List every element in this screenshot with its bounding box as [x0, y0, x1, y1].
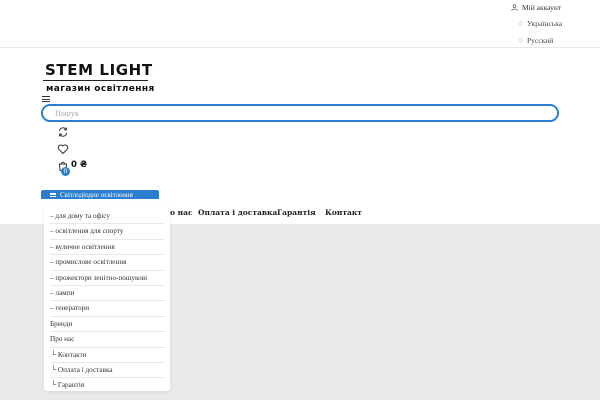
language-russian[interactable]: Русский — [518, 36, 553, 45]
top-bar: Мій аккаунт Українська Русский — [0, 0, 600, 48]
catalog-button-label: Світлодіодне освітлення — [60, 190, 133, 199]
user-icon — [511, 4, 518, 11]
menu-item-lamps[interactable]: – лампи — [50, 286, 164, 302]
language-label: Русский — [527, 36, 554, 45]
menu-item-brands[interactable]: Бренди — [50, 317, 164, 333]
heart-icon — [57, 144, 69, 155]
wishlist-button[interactable] — [57, 142, 69, 155]
nav-item-payment-delivery[interactable]: Оплата і доставка — [198, 208, 277, 217]
menu-item-industrial-lighting[interactable]: – промислове освітлення — [50, 255, 164, 271]
flag-icon — [518, 38, 523, 43]
logo-subtitle: магазин освітлення — [46, 84, 155, 94]
site-logo[interactable]: STEM LIGHT магазин освітлення — [43, 62, 155, 94]
menu-icon[interactable] — [42, 96, 50, 102]
catalog-button[interactable]: Світлодіодне освітлення — [41, 190, 159, 199]
compare-button[interactable] — [57, 125, 69, 137]
cart-total[interactable]: 0 ₴ — [71, 160, 87, 170]
menu-item-warranty[interactable]: └ Гарантія — [50, 378, 164, 394]
logo-title: STEM LIGHT — [45, 61, 153, 79]
menu-item-home-office[interactable]: – для дому та офісу — [50, 209, 164, 225]
menu-item-generators[interactable]: – генератори — [50, 301, 164, 317]
nav-item-contact[interactable]: Контакт — [325, 208, 362, 217]
language-label: Українська — [527, 19, 563, 28]
catalog-menu: – для дому та офісу – освітлення для спо… — [50, 209, 164, 394]
menu-item-sport-lighting[interactable]: – освітлення для спорту — [50, 224, 164, 240]
menu-icon — [50, 192, 56, 197]
menu-item-searchlights[interactable]: – прожектори зенітно-пошукові — [50, 271, 164, 286]
flag-icon — [518, 21, 523, 26]
logo-underline — [43, 80, 148, 81]
compare-icon — [59, 127, 67, 137]
nav-item-warranty[interactable]: Гарантія — [277, 208, 316, 217]
cart-count-badge: 0 — [61, 167, 70, 176]
language-ukrainian[interactable]: Українська — [518, 19, 562, 28]
menu-item-contacts[interactable]: └ Контакти — [50, 348, 164, 363]
catalog-dropdown: – для дому та офісу – освітлення для спо… — [44, 206, 170, 394]
menu-item-street-lighting[interactable]: – вуличне освітлення — [50, 240, 164, 256]
my-account-link[interactable]: Мій аккаунт — [511, 3, 561, 12]
menu-item-about[interactable]: Про нас — [50, 332, 164, 348]
search-input[interactable] — [41, 104, 559, 122]
nav-item-about[interactable]: о нас — [170, 208, 193, 217]
menu-item-payment-delivery[interactable]: └ Оплата і доставка — [50, 363, 164, 379]
my-account-label: Мій аккаунт — [522, 3, 562, 12]
